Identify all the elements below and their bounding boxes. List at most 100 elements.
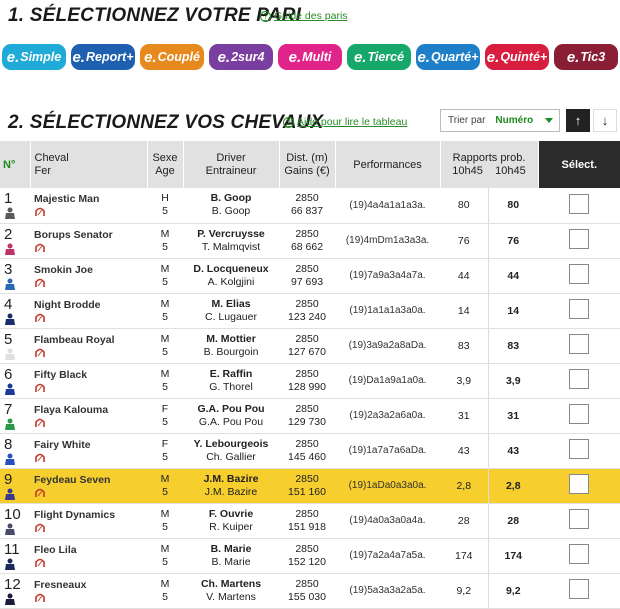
horse-number: 9 bbox=[4, 470, 13, 488]
select-checkbox[interactable] bbox=[569, 229, 590, 249]
horseshoe-icon bbox=[34, 278, 46, 288]
select-checkbox[interactable] bbox=[569, 334, 590, 354]
col-select: Sélect. bbox=[538, 141, 620, 188]
driver-trainer-cell: B. Goop B. Goop bbox=[183, 188, 279, 224]
horse-number-cell: 6 bbox=[0, 363, 30, 399]
select-checkbox[interactable] bbox=[569, 474, 590, 494]
bet-label: Couplé bbox=[157, 50, 200, 64]
guide-des-paris-link[interactable]: ? Guide des paris bbox=[260, 10, 348, 22]
performances: (19)1aDa0a3a0a. bbox=[335, 468, 440, 504]
horse-sex: H bbox=[161, 192, 169, 205]
horseshoe-icon bbox=[34, 558, 46, 568]
col-horse-label: Cheval bbox=[34, 151, 69, 164]
bet-type-list: e. Simple e. Report+ e. Couplé e. 2sur4 e. Multi e… bbox=[2, 44, 618, 70]
driver-name: J.M. Bazire bbox=[203, 472, 259, 485]
select-checkbox[interactable] bbox=[569, 509, 590, 529]
jockey-silk-icon bbox=[5, 278, 15, 290]
distance: 2850 bbox=[295, 402, 319, 415]
select-checkbox[interactable] bbox=[569, 193, 590, 214]
horse-name: Fresneaux bbox=[34, 578, 87, 591]
col-horse[interactable]: Cheval Fer bbox=[30, 141, 148, 188]
horse-number: 6 bbox=[4, 365, 13, 383]
horse-name-cell[interactable]: Borups Senator bbox=[30, 223, 147, 259]
trainer-name: R. Kuiper bbox=[209, 520, 253, 533]
horse-name-cell[interactable]: Flight Dynamics bbox=[30, 503, 147, 539]
col-sex-age[interactable]: Sexe Age bbox=[147, 141, 184, 188]
col-odds[interactable]: Rapports prob. 10h45 10h45 bbox=[440, 141, 539, 188]
horse-sex: M bbox=[160, 297, 170, 310]
horse-name-cell[interactable]: Fleo Lila bbox=[30, 538, 147, 574]
horse-name-cell[interactable]: Smokin Joe bbox=[30, 258, 147, 294]
bet-button-8[interactable]: e. Tic3 bbox=[554, 44, 618, 70]
horse-age: 5 bbox=[162, 310, 168, 323]
bet-button-7[interactable]: e. Quinté+ bbox=[485, 44, 549, 70]
driver-trainer-cell: B. Marie B. Marie bbox=[183, 538, 279, 574]
select-checkbox[interactable] bbox=[569, 544, 590, 564]
col-num[interactable]: N° bbox=[0, 141, 31, 188]
bet-logo-e: e. bbox=[353, 48, 367, 66]
odds-current: 83 bbox=[488, 328, 539, 364]
dist-gains-cell: 2850 127 670 bbox=[279, 328, 335, 364]
horse-age: 5 bbox=[162, 485, 168, 498]
select-checkbox[interactable] bbox=[569, 404, 590, 424]
col-sex-label: Sexe bbox=[152, 151, 178, 164]
gains: 68 662 bbox=[290, 240, 324, 253]
section-1-title: 1. SÉLECTIONNEZ VOTRE PARI bbox=[8, 5, 302, 26]
odds-morning: 14 bbox=[440, 293, 489, 329]
sort-select[interactable]: Trier par Numéro bbox=[440, 109, 560, 132]
horse-name-cell[interactable]: Feydeau Seven bbox=[30, 468, 147, 504]
bet-button-4[interactable]: e. Multi bbox=[278, 44, 342, 70]
select-cell bbox=[538, 503, 620, 539]
section-2-title: 2. SÉLECTIONNEZ VOS CHEVAUX bbox=[8, 112, 324, 133]
select-checkbox[interactable] bbox=[569, 264, 590, 284]
select-checkbox[interactable] bbox=[569, 369, 590, 389]
bet-button-0[interactable]: e. Simple bbox=[2, 44, 66, 70]
odds-current: 9,2 bbox=[488, 573, 539, 609]
horse-name-cell[interactable]: Fairy White bbox=[30, 433, 147, 469]
select-cell bbox=[538, 433, 620, 469]
driver-trainer-cell: J.M. Bazire J.M. Bazire bbox=[183, 468, 279, 504]
bet-button-3[interactable]: e. 2sur4 bbox=[209, 44, 273, 70]
horse-name: Flambeau Royal bbox=[34, 333, 115, 346]
horse-age: 5 bbox=[162, 415, 168, 428]
sex-age-cell: M 5 bbox=[147, 258, 183, 294]
horse-number: 1 bbox=[4, 190, 13, 208]
odds-morning: 3,9 bbox=[440, 363, 489, 399]
horse-name-cell[interactable]: Flaya Kalouma bbox=[30, 398, 147, 434]
aide-tableau-link[interactable]: ? Aide pour lire le tableau bbox=[283, 116, 407, 128]
horse-name-cell[interactable]: Majestic Man bbox=[30, 188, 147, 224]
horse-row: 5 Flambeau Royal M 5 M. Mottier B. Bourg… bbox=[0, 328, 620, 364]
bet-button-6[interactable]: e. Quarté+ bbox=[416, 44, 480, 70]
bet-button-2[interactable]: e. Couplé bbox=[140, 44, 204, 70]
jockey-silk-icon bbox=[5, 243, 15, 255]
odds-morning: 44 bbox=[440, 258, 489, 294]
horse-name-cell[interactable]: Flambeau Royal bbox=[30, 328, 147, 364]
table-header-row: N° Cheval Fer Sexe Age Driver Entraineur… bbox=[0, 141, 620, 188]
trainer-name: C. Lugauer bbox=[205, 310, 257, 323]
horse-name-cell[interactable]: Night Brodde bbox=[30, 293, 147, 329]
jockey-silk-icon bbox=[5, 453, 15, 465]
col-driver-trainer[interactable]: Driver Entraineur bbox=[183, 141, 280, 188]
bet-label: Simple bbox=[20, 50, 62, 64]
horseshoe-icon bbox=[34, 313, 46, 323]
horse-row: 11 Fleo Lila M 5 B. Marie B. Marie 2850 … bbox=[0, 538, 620, 574]
horseshoe-icon bbox=[34, 593, 46, 603]
select-checkbox[interactable] bbox=[569, 439, 590, 459]
horse-row: 7 Flaya Kalouma F 5 G.A. Pou Pou G.A. Po… bbox=[0, 398, 620, 434]
horseshoe-icon bbox=[34, 243, 46, 253]
horse-number: 4 bbox=[4, 295, 13, 313]
dist-gains-cell: 2850 66 837 bbox=[279, 188, 335, 224]
col-performances[interactable]: Performances bbox=[335, 141, 441, 188]
bet-button-1[interactable]: e. Report+ bbox=[71, 44, 135, 70]
bet-button-5[interactable]: e. Tiercé bbox=[347, 44, 411, 70]
select-checkbox[interactable] bbox=[569, 579, 590, 599]
horse-name-cell[interactable]: Fresneaux bbox=[30, 573, 147, 609]
col-dist-gains[interactable]: Dist. (m) Gains (€) bbox=[279, 141, 336, 188]
sort-ascending-button[interactable]: ↑ bbox=[566, 109, 590, 132]
sort-descending-button[interactable]: ↓ bbox=[593, 109, 617, 132]
col-odds-times: 10h45 10h45 bbox=[441, 165, 538, 178]
horse-name-cell[interactable]: Fifty Black bbox=[30, 363, 147, 399]
select-checkbox[interactable] bbox=[569, 299, 590, 319]
driver-name: B. Marie bbox=[210, 542, 252, 555]
odds-morning: 2,8 bbox=[440, 468, 489, 504]
